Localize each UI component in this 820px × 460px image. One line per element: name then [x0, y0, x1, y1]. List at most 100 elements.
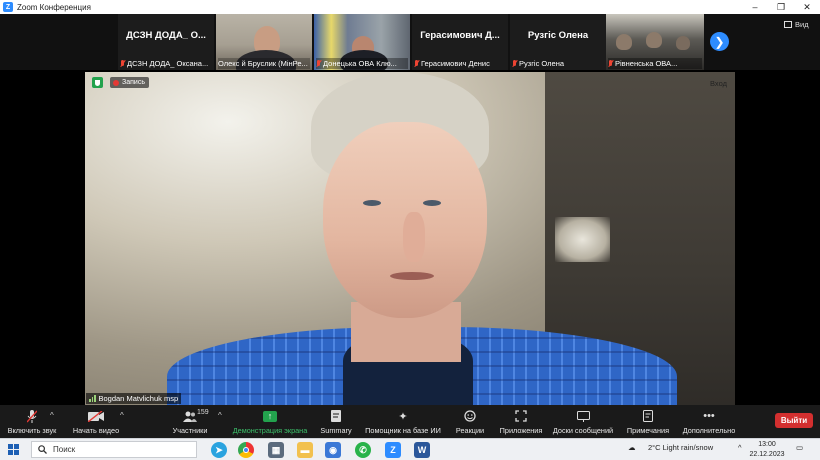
participant-name: Герасимович Денис [421, 59, 490, 68]
video-options-caret-icon[interactable]: ^ [120, 411, 124, 420]
weather-icon[interactable]: ☁ [628, 443, 636, 452]
start-video-button[interactable]: Начать видео [70, 405, 122, 438]
zoom-logo-icon: Z [3, 2, 13, 12]
signal-strength-icon [89, 395, 96, 402]
participant-gallery-strip: ДСЗН ДОДА_ О... ДСЗН ДОДА_ Оксана... Оле… [0, 14, 820, 70]
more-button[interactable]: ••• Дополнительно [680, 405, 738, 438]
ai-assistant-button[interactable]: ✦ Помощник на базе ИИ [362, 405, 444, 438]
participant-tile[interactable]: Рівненська ОВА... [606, 14, 704, 70]
participant-name: Рівненська ОВА... [615, 59, 678, 68]
zoom-taskbar-icon[interactable]: Z [385, 442, 401, 458]
whiteboards-button[interactable]: Доски сообщений [550, 405, 616, 438]
taskbar-search-box[interactable]: Поиск [31, 441, 197, 458]
participant-video-face [676, 36, 690, 50]
maximize-button[interactable]: ❐ [768, 0, 794, 14]
notes-label: Примечания [626, 426, 670, 435]
notes-icon [643, 408, 653, 424]
search-icon [38, 445, 47, 454]
speaker-name: Bogdan Matvlichuk msp [98, 394, 179, 403]
file-explorer-icon[interactable]: ▬ [297, 442, 313, 458]
window-controls: – ❐ ✕ [742, 0, 820, 14]
participant-name-large: ДСЗН ДОДА_ О... [126, 30, 206, 41]
window-title: Zoom Конференция [17, 2, 91, 12]
tray-chevron-icon[interactable]: ^ [738, 443, 742, 452]
start-video-label: Начать видео [72, 426, 120, 435]
clock-date: 22.12.2023 [749, 451, 785, 458]
speaker-nametag: Bogdan Matvlichuk msp [86, 393, 182, 404]
video-speaker-eye [363, 200, 381, 206]
windows-start-icon[interactable] [8, 444, 19, 455]
view-label: Вид [795, 20, 809, 29]
grid-view-icon [784, 21, 792, 28]
next-page-icon[interactable]: ❯ [710, 32, 729, 51]
recording-dot-icon [113, 79, 119, 86]
calculator-icon[interactable]: ▦ [268, 442, 284, 458]
participant-video-face [646, 32, 662, 48]
participants-label: Участники [172, 426, 208, 435]
mic-muted-icon [608, 59, 613, 68]
participant-tile[interactable]: Рузгіс Олена Рузгіс Олена [510, 14, 606, 70]
window-titlebar: Z Zoom Конференция – ❐ ✕ [0, 0, 820, 14]
video-background-lamp [555, 217, 610, 262]
leave-meeting-button[interactable]: Выйти [775, 413, 813, 428]
recording-indicator[interactable]: Запись [110, 77, 149, 88]
view-button[interactable]: Вид [784, 20, 809, 29]
apps-button[interactable]: Приложения [496, 405, 546, 438]
reactions-label: Реакции [455, 426, 485, 435]
unmute-button[interactable]: Включить звук [4, 405, 60, 438]
reactions-button[interactable]: Реакции [452, 405, 488, 438]
whatsapp-icon[interactable]: ✆ [355, 442, 371, 458]
participant-name-large: Рузгіс Олена [527, 30, 589, 41]
unmute-label: Включить звук [7, 426, 57, 435]
apps-label: Приложения [499, 426, 543, 435]
participant-tile[interactable]: ДСЗН ДОДА_ О... ДСЗН ДОДА_ Оксана... [118, 14, 214, 70]
video-speaker-nose [403, 212, 425, 262]
video-speaker-eye [423, 200, 441, 206]
participant-name: ДСЗН ДОДА_ Оксана... [127, 59, 209, 68]
ai-assistant-icon: ✦ [398, 410, 408, 423]
participants-options-caret-icon[interactable]: ^ [218, 411, 222, 420]
participant-video-face [616, 34, 632, 50]
mic-muted-icon [27, 408, 37, 424]
summary-icon [331, 408, 341, 424]
audio-options-caret-icon[interactable]: ^ [50, 411, 54, 420]
share-screen-icon: ↑ [263, 410, 277, 422]
notes-button[interactable]: Примечания [622, 405, 674, 438]
active-speaker-video[interactable] [85, 72, 735, 405]
participant-count: 159 [197, 409, 209, 416]
participant-tile[interactable]: Герасимович Д... Герасимович Денис [412, 14, 508, 70]
security-shield-icon[interactable] [92, 77, 103, 88]
more-icon: ••• [703, 410, 715, 422]
share-screen-button[interactable]: ↑ Демонстрация экрана [230, 405, 310, 438]
close-button[interactable]: ✕ [794, 0, 820, 14]
mic-muted-icon [120, 59, 125, 68]
participants-icon: 159 [183, 408, 209, 424]
browser-icon[interactable]: ◉ [325, 442, 341, 458]
participant-tile[interactable]: Донецька ОВА Клю... [314, 14, 410, 70]
participant-name-large: Герасимович Д... [420, 30, 500, 41]
system-clock[interactable]: 13:00 22.12.2023 [747, 440, 787, 460]
apps-icon [515, 408, 527, 424]
participant-tile[interactable]: Олекс й Бруслик (МінРе... [216, 14, 312, 70]
enter-label: Вход [710, 79, 727, 88]
ai-assistant-label: Помощник на базе ИИ [365, 426, 441, 435]
whiteboards-label: Доски сообщений [552, 426, 614, 435]
summary-label: Summary [320, 426, 352, 435]
chrome-icon[interactable] [238, 442, 254, 458]
participants-button[interactable]: 159 Участники [166, 405, 214, 438]
mic-muted-icon [316, 59, 321, 68]
mic-muted-icon [414, 59, 419, 68]
share-screen-label: Демонстрация экрана [232, 426, 308, 435]
more-label: Дополнительно [682, 426, 736, 435]
summary-button[interactable]: Summary [316, 405, 356, 438]
participant-name: Донецька ОВА Клю... [323, 59, 397, 68]
meeting-toolbar: Включить звук ^ Начать видео ^ 159 Участ… [0, 405, 820, 438]
telegram-icon[interactable]: ➤ [211, 442, 227, 458]
minimize-button[interactable]: – [742, 0, 768, 14]
notifications-icon[interactable]: ▭ [796, 443, 803, 452]
weather-text[interactable]: 2°C Light rain/snow [648, 443, 713, 452]
whiteboards-icon [576, 408, 590, 424]
word-icon[interactable]: W [414, 442, 430, 458]
participant-name: Рузгіс Олена [519, 59, 565, 68]
clock-time: 13:00 [758, 441, 776, 448]
